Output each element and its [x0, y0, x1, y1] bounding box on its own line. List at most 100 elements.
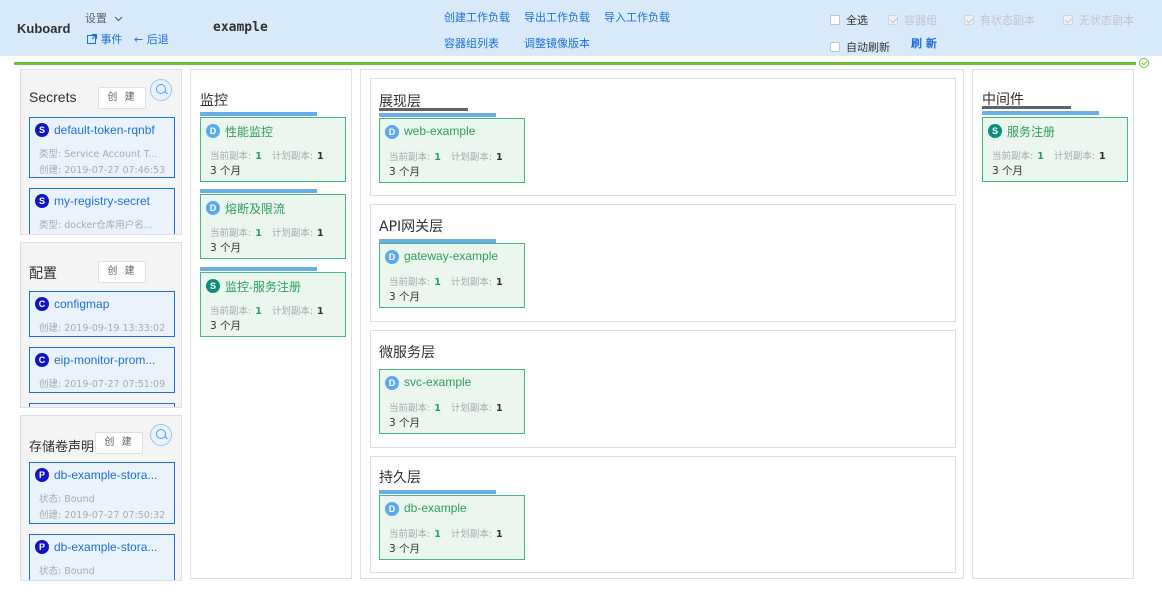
external-link-icon: [87, 34, 97, 44]
checkbox-box[interactable]: [830, 14, 840, 25]
namespace-title: example: [213, 20, 268, 35]
select-all-checkbox[interactable]: 全选: [830, 9, 868, 28]
brand-logo: Kuboard: [17, 21, 71, 36]
monitor-title: 监控: [200, 93, 228, 109]
workload-badge: D: [385, 250, 399, 264]
workload-status-bar: [200, 112, 317, 116]
layer-title: 微服务层: [379, 345, 435, 361]
top-bar: Kuboard 设置 事件 ← 后退 example 创建工作负载 导出工作负载…: [0, 0, 1162, 56]
pvc-card[interactable]: P db-example-stora... 状态: Bound 创建: 2019…: [29, 462, 175, 524]
back-label: 后退: [146, 33, 169, 46]
chevron-down-icon: [114, 16, 122, 22]
workload-badge: S: [988, 124, 1002, 138]
workload-badge: D: [385, 502, 399, 516]
refresh-button[interactable]: 刷 新: [911, 35, 937, 51]
configmap-badge: C: [35, 353, 49, 367]
pods-filter-label: 容器组: [904, 13, 937, 27]
secret-type: 类型: docker仓库用户名...: [39, 220, 153, 231]
configmap-card[interactable]: C eip-monitor-prom... 创建: 2019-07-27 07:…: [29, 347, 175, 393]
workload-card[interactable]: S 监控-服务注册 当前副本: 1 计划副本: 1 3 个月: [200, 272, 346, 337]
configmap-created: 创建: 2019-09-19 13:33:02: [39, 323, 166, 334]
workload-status-bar: [982, 111, 1099, 115]
import-workload-link[interactable]: 导入工作负载: [604, 9, 670, 25]
workload-name: 熔断及限流: [225, 202, 286, 216]
workload-badge: D: [206, 201, 220, 215]
workload-status-bar: [379, 490, 496, 494]
workload-age: 3 个月: [210, 320, 242, 332]
adjust-image-link[interactable]: 调整镜像版本: [524, 35, 590, 51]
replica-counts: 当前副本: 1 计划副本: 1: [389, 403, 503, 414]
pvc-name: db-example-stora...: [54, 540, 158, 554]
workload-card[interactable]: D db-example 当前副本: 1 计划副本: 1 3 个月: [379, 495, 525, 560]
pvc-card[interactable]: P db-example-stora... 状态: Bound: [29, 534, 175, 580]
stateful-filter-label: 有状态副本: [980, 13, 1035, 27]
create-configmap-button[interactable]: 创 建: [98, 261, 146, 283]
workload-name: svc-example: [404, 375, 472, 389]
create-workload-link[interactable]: 创建工作负载: [444, 9, 510, 25]
auto-refresh-checkbox[interactable]: 自动刷新: [830, 36, 890, 55]
configmap-name: eip-monitor-prom...: [54, 353, 156, 367]
workload-card[interactable]: S 服务注册 当前副本: 1 计划副本: 1 3 个月: [982, 117, 1128, 182]
replica-counts: 当前副本: 1 计划副本: 1: [389, 529, 503, 540]
secrets-panel: Secrets 创 建 S default-token-rqnbf 类型: Se…: [20, 69, 182, 235]
workload-badge: D: [385, 376, 399, 390]
replica-counts: 当前副本: 1 计划副本: 1: [389, 277, 503, 288]
zoom-icon[interactable]: [150, 424, 172, 446]
workload-age: 3 个月: [210, 242, 242, 254]
workload-badge: D: [385, 125, 399, 139]
workload-age: 3 个月: [992, 165, 1024, 177]
stateless-filter-checkbox[interactable]: 无状态副本: [1063, 9, 1134, 28]
configmap-card[interactable]: [29, 403, 175, 407]
export-workload-link[interactable]: 导出工作负载: [524, 9, 590, 25]
pvc-name: db-example-stora...: [54, 468, 158, 482]
replica-counts: 当前副本: 1 计划副本: 1: [210, 228, 324, 239]
checkbox-box[interactable]: [830, 41, 840, 52]
workload-card[interactable]: D gateway-example 当前副本: 1 计划副本: 1 3 个月: [379, 243, 525, 308]
secret-card[interactable]: S my-registry-secret 类型: docker仓库用户名...: [29, 188, 175, 234]
replica-counts: 当前副本: 1 计划副本: 1: [992, 151, 1106, 162]
workload-name: gateway-example: [404, 249, 499, 263]
layer-presentation: 展现层 D web-example 当前副本: 1 计划副本: 1 3 个月: [370, 78, 956, 196]
checkbox-box[interactable]: [1063, 14, 1073, 25]
workload-age: 3 个月: [389, 291, 421, 303]
events-link[interactable]: 事件: [87, 31, 123, 47]
configmap-created: 创建: 2019-07-27 07:51:09: [39, 379, 166, 390]
secret-name: my-registry-secret: [54, 194, 151, 208]
secret-type: 类型: Service Account T...: [39, 149, 158, 160]
workload-card[interactable]: D 熔断及限流 当前副本: 1 计划副本: 1 3 个月: [200, 194, 346, 259]
replica-counts: 当前副本: 1 计划副本: 1: [389, 152, 503, 163]
stateful-filter-checkbox[interactable]: 有状态副本: [964, 9, 1035, 28]
secret-badge: S: [35, 194, 49, 208]
layer-microservice: 微服务层 D svc-example 当前副本: 1 计划副本: 1 3 个月: [370, 330, 956, 448]
back-link[interactable]: ← 后退: [134, 31, 169, 47]
configmap-name: configmap: [54, 297, 110, 311]
layer-title: 持久层: [379, 470, 421, 486]
workload-card[interactable]: D svc-example 当前副本: 1 计划副本: 1 3 个月: [379, 369, 525, 434]
create-pvc-button[interactable]: 创 建: [95, 432, 143, 454]
status-progress-bar: [14, 62, 1136, 65]
pods-filter-checkbox[interactable]: 容器组: [888, 9, 937, 28]
stateless-filter-label: 无状态副本: [1079, 13, 1134, 27]
checkbox-box[interactable]: [888, 14, 898, 25]
create-secret-button[interactable]: 创 建: [98, 87, 146, 109]
replica-counts: 当前副本: 1 计划副本: 1: [210, 306, 324, 317]
pvc-badge: P: [35, 540, 49, 554]
secret-card[interactable]: S default-token-rqnbf 类型: Service Accoun…: [29, 117, 175, 178]
workload-status-bar: [200, 267, 317, 271]
workload-badge: S: [206, 279, 220, 293]
workload-badge: D: [206, 124, 220, 138]
pvc-badge: P: [35, 468, 49, 482]
workload-card[interactable]: D 性能监控 当前副本: 1 计划副本: 1 3 个月: [200, 117, 346, 182]
replica-counts: 当前副本: 1 计划副本: 1: [210, 151, 324, 162]
configmaps-title: 配置: [29, 265, 57, 281]
middleware-panel: 中间件 S 服务注册 当前副本: 1 计划副本: 1 3 个月: [972, 69, 1134, 579]
zoom-icon[interactable]: [150, 79, 172, 101]
configmap-card[interactable]: C configmap 创建: 2019-09-19 13:33:02: [29, 291, 175, 337]
layer-title: API网关层: [379, 219, 444, 235]
pod-list-link[interactable]: 容器组列表: [444, 35, 499, 51]
secrets-title: Secrets: [29, 89, 77, 105]
settings-menu[interactable]: 设置: [85, 10, 123, 26]
checkbox-box[interactable]: [964, 14, 974, 25]
workload-card[interactable]: D web-example 当前副本: 1 计划副本: 1 3 个月: [379, 118, 525, 183]
workload-age: 3 个月: [389, 543, 421, 555]
